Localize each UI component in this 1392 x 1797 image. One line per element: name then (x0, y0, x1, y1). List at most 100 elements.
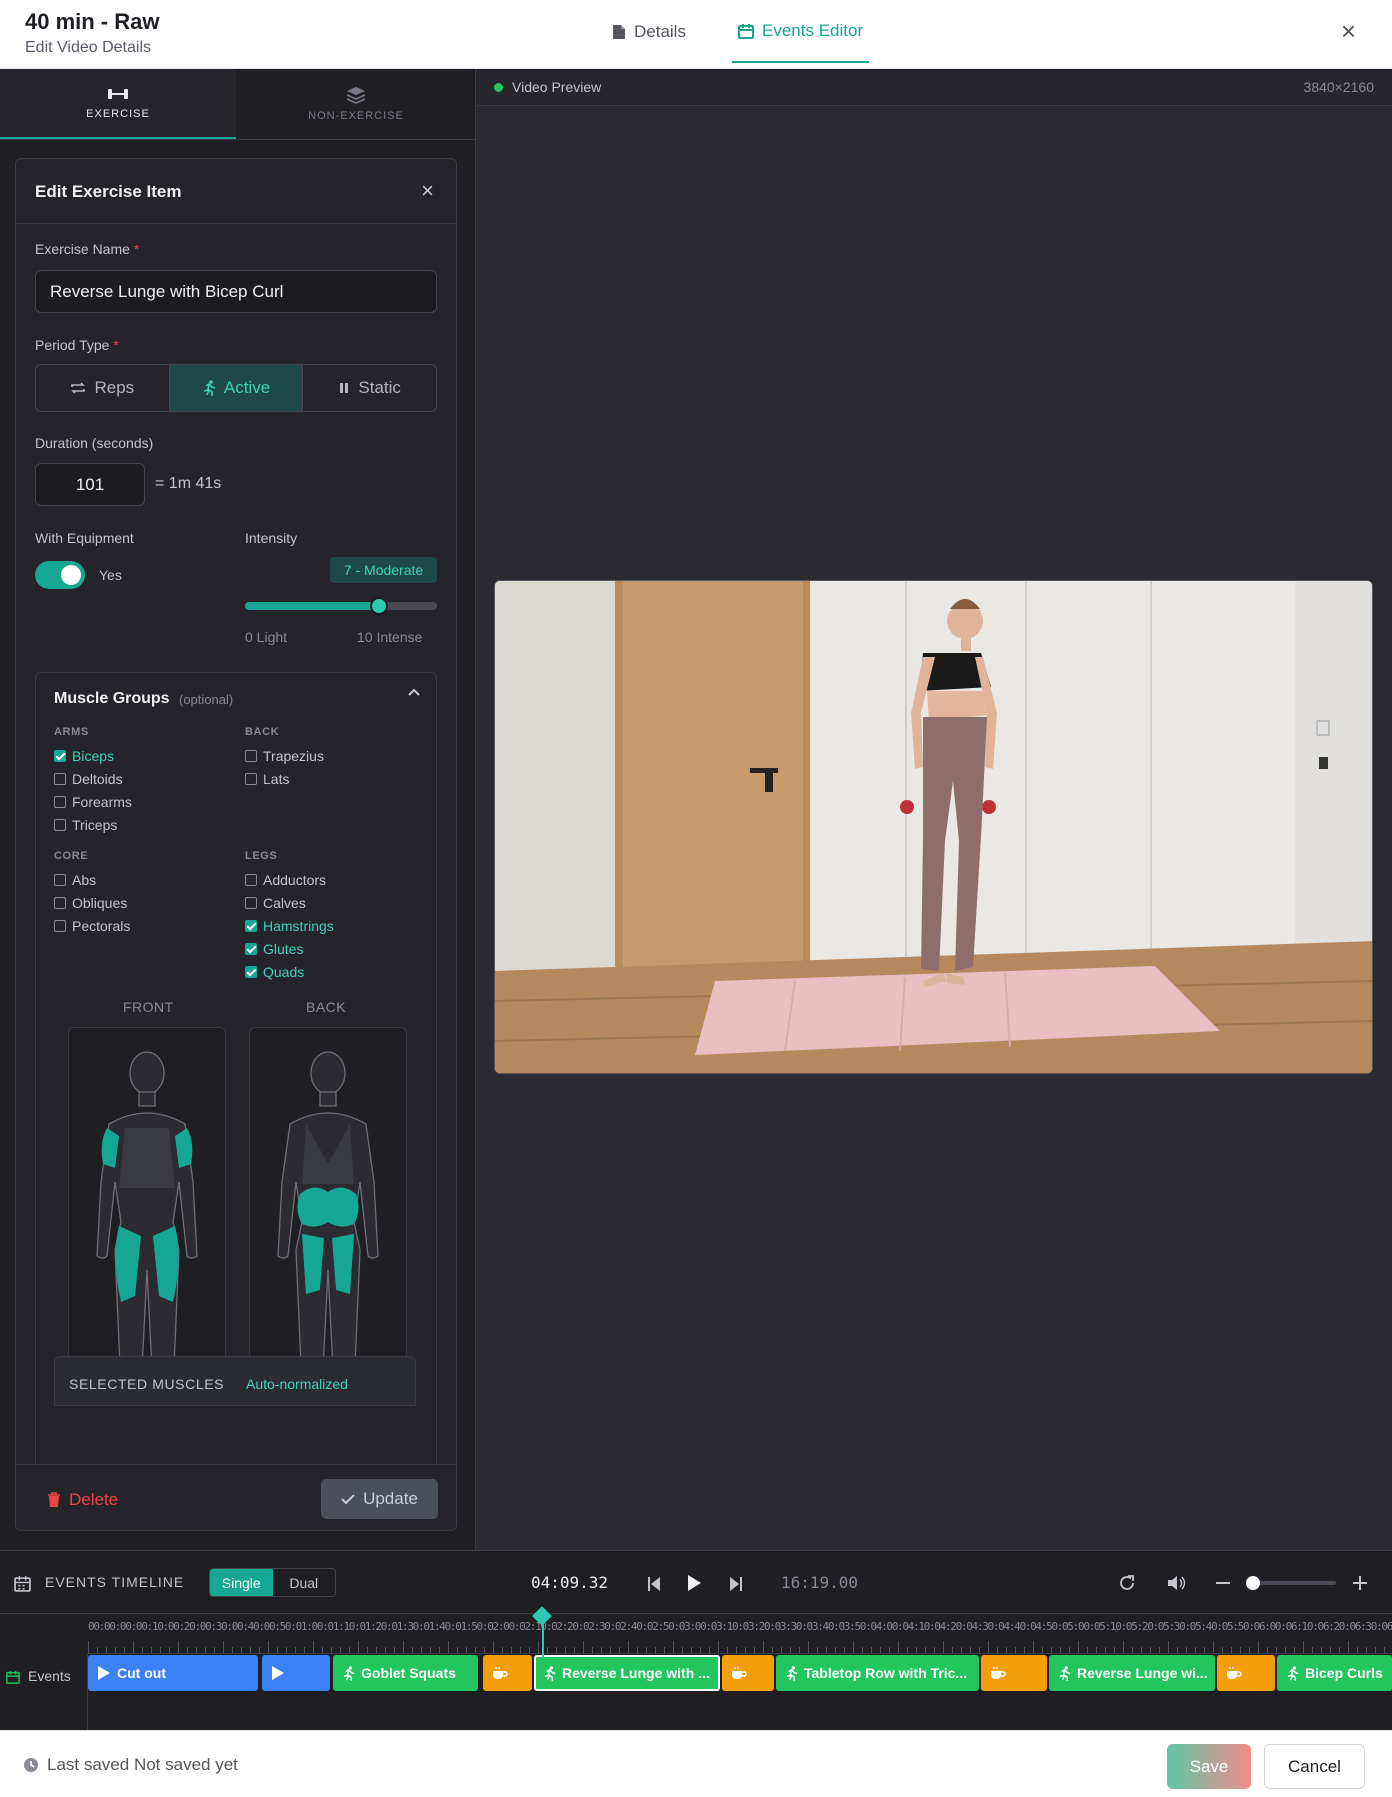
checkbox-trapezius[interactable]: Trapezius (245, 747, 324, 765)
intensity-max-label: 10 Intense (357, 629, 423, 645)
checkbox-adductors[interactable]: Adductors (245, 871, 326, 889)
ruler-tick (1105, 1647, 1106, 1653)
ruler-tick (1348, 1641, 1349, 1653)
play-icon[interactable] (686, 1574, 702, 1592)
cancel-button[interactable]: Cancel (1264, 1744, 1365, 1789)
view-mode-toggle: Single Dual (209, 1568, 336, 1597)
front-label: FRONT (123, 999, 174, 1015)
checkbox-triceps[interactable]: Triceps (54, 816, 117, 834)
period-reps-button[interactable]: Reps (36, 365, 170, 411)
ruler-tick (1051, 1647, 1052, 1653)
ruler-tick (403, 1641, 404, 1653)
chevron-up-icon[interactable] (407, 687, 421, 697)
ruler-tick (1006, 1647, 1007, 1653)
event-block[interactable]: Tabletop Row with Tric... (776, 1655, 979, 1691)
layers-icon (346, 87, 366, 104)
checkbox-deltoids[interactable]: Deltoids (54, 770, 123, 788)
playhead[interactable] (542, 1617, 544, 1657)
coffee-icon (1226, 1666, 1242, 1680)
checkbox-box (54, 897, 66, 909)
checkbox-pectorals[interactable]: Pectorals (54, 917, 130, 935)
save-button[interactable]: Save (1167, 1744, 1251, 1789)
ruler-labels: 00:00:00:00:10:00:20:00:30:00:40:00:50:0… (88, 1620, 1392, 1633)
update-button[interactable]: Update (321, 1479, 438, 1519)
selected-muscles-label: SELECTED MUSCLES (69, 1376, 225, 1392)
duration-input[interactable]: 101 (35, 463, 145, 506)
event-block[interactable]: Cut out (88, 1655, 258, 1691)
intensity-thumb[interactable] (370, 597, 389, 615)
ruler-tick (772, 1647, 773, 1653)
event-block[interactable] (1217, 1655, 1275, 1691)
event-label: Goblet Squats (361, 1665, 456, 1681)
checkbox-abs[interactable]: Abs (54, 871, 96, 889)
event-block[interactable]: Goblet Squats (333, 1655, 478, 1691)
checkbox-box (245, 920, 257, 932)
mode-single-button[interactable]: Single (210, 1569, 273, 1596)
zoom-out-icon[interactable] (1216, 1581, 1230, 1585)
ruler-tick (979, 1647, 980, 1653)
time-ruler[interactable]: 00:00:00:00:10:00:20:00:30:00:40:00:50:0… (88, 1614, 1392, 1654)
ruler-tick (1123, 1641, 1124, 1653)
checkbox-obliques[interactable]: Obliques (54, 894, 127, 912)
ruler-tick (97, 1647, 98, 1653)
checkbox-lats[interactable]: Lats (245, 770, 289, 788)
ruler-tick (538, 1641, 539, 1653)
checkbox-forearms[interactable]: Forearms (54, 793, 132, 811)
skip-forward-icon[interactable] (729, 1576, 743, 1592)
event-block[interactable]: Reverse Lunge with ... (534, 1655, 720, 1691)
event-block[interactable] (981, 1655, 1047, 1691)
period-active-button[interactable]: Active (169, 365, 304, 411)
tab-events-editor[interactable]: Events Editor (732, 0, 870, 63)
event-block[interactable]: Bicep Curls (1277, 1655, 1392, 1691)
ruler-tick (277, 1647, 278, 1653)
ruler-tick (178, 1641, 179, 1653)
tab-non-exercise[interactable]: NON-EXERCISE (238, 69, 474, 139)
checkbox-hamstrings[interactable]: Hamstrings (245, 917, 334, 935)
volume-icon[interactable] (1166, 1574, 1186, 1592)
checkbox-calves[interactable]: Calves (245, 894, 306, 912)
period-static-button[interactable]: Static (303, 365, 436, 411)
ruler-tick (421, 1647, 422, 1653)
exercise-name-field[interactable]: Reverse Lunge with Bicep Curl (35, 270, 437, 313)
intensity-slider[interactable] (245, 597, 437, 615)
ruler-tick (1195, 1647, 1196, 1653)
ruler-tick (1222, 1647, 1223, 1653)
run-icon (543, 1665, 556, 1681)
last-saved-status: Last saved Not saved yet (23, 1755, 238, 1775)
page-subtitle: Edit Video Details (25, 39, 151, 56)
ruler-tick (817, 1647, 818, 1653)
ruler-tick (1384, 1647, 1385, 1653)
checkbox-quads[interactable]: Quads (245, 963, 304, 981)
event-block[interactable] (483, 1655, 532, 1691)
zoom-slider[interactable] (1246, 1576, 1336, 1590)
ruler-tick (196, 1647, 197, 1653)
checkbox-box (54, 750, 66, 762)
preview-header: Video Preview 3840×2160 (477, 69, 1392, 106)
ruler-tick (214, 1647, 215, 1653)
close-icon[interactable]: × (421, 178, 434, 204)
event-block[interactable] (262, 1655, 330, 1691)
checkbox-box (245, 943, 257, 955)
event-block[interactable]: Reverse Lunge wi... (1049, 1655, 1215, 1691)
duration-label: Duration (seconds) (35, 435, 154, 451)
checkbox-biceps[interactable]: Biceps (54, 747, 114, 765)
video-frame[interactable] (494, 580, 1373, 1074)
ruler-tick (1087, 1647, 1088, 1653)
event-block[interactable] (722, 1655, 774, 1691)
tab-details[interactable]: Details (612, 0, 686, 63)
tab-exercise[interactable]: EXERCISE (0, 69, 236, 139)
ruler-tick (835, 1647, 836, 1653)
mode-dual-button[interactable]: Dual (273, 1569, 336, 1596)
reload-icon[interactable] (1118, 1574, 1136, 1592)
checkbox-box (54, 796, 66, 808)
equipment-toggle[interactable] (35, 561, 85, 589)
zoom-slider-thumb[interactable] (1246, 1576, 1260, 1590)
zoom-in-icon[interactable] (1353, 1576, 1367, 1590)
delete-button[interactable]: Delete (47, 1490, 118, 1510)
skip-back-icon[interactable] (647, 1576, 661, 1592)
checkbox-glutes[interactable]: Glutes (245, 940, 303, 958)
close-icon[interactable]: × (1341, 18, 1356, 44)
calendar-icon (14, 1576, 31, 1592)
ruler-tick (1141, 1647, 1142, 1653)
ruler-tick (637, 1647, 638, 1653)
